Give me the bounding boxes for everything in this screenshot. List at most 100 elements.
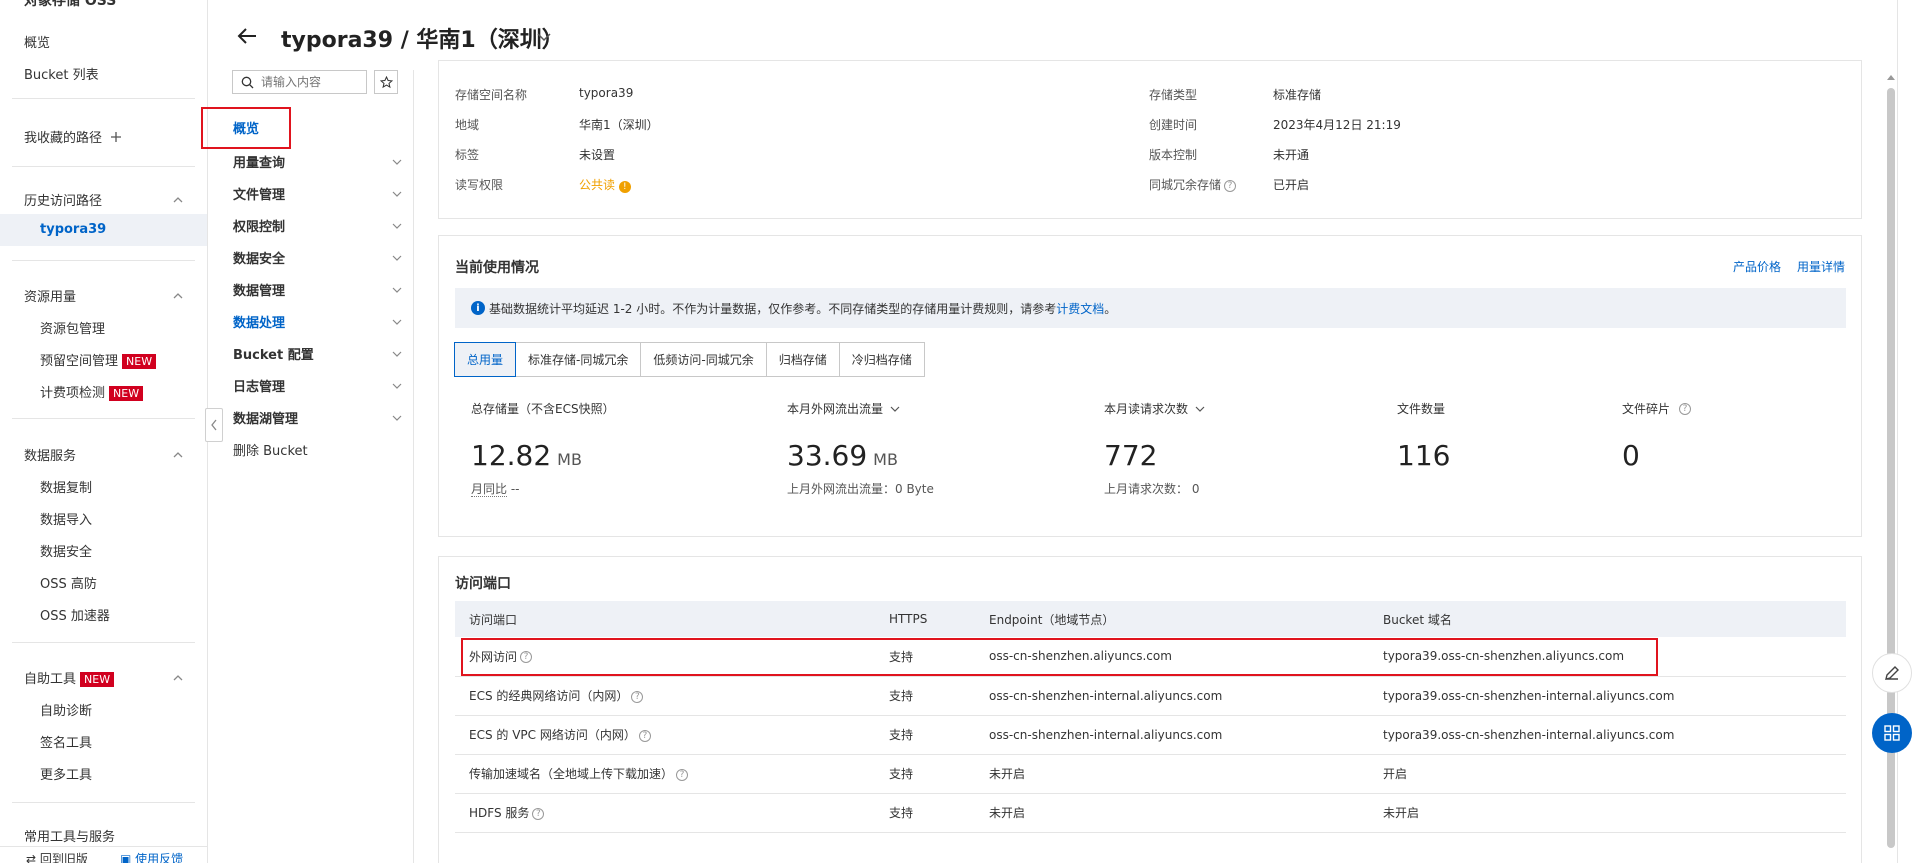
sidebar-item-typora39[interactable]: typora39 [0, 214, 207, 246]
edit-float-button[interactable] [1872, 653, 1912, 693]
sidebar-group-self-tools[interactable]: 自助工具 NEW [24, 668, 185, 687]
bucket-nav: 概览 用量查询 文件管理 权限控制 数据安全 数据管理 数据处理 Bucket … [209, 70, 414, 863]
https-cell: 支持 [875, 715, 975, 755]
tab-ia[interactable]: 低频访问-同城冗余 [640, 342, 767, 377]
tab-cold-archive[interactable]: 冷归档存储 [838, 342, 925, 377]
sidebar-item-overview[interactable]: 概览 [24, 32, 50, 51]
nav-item-usage[interactable]: 用量查询 [233, 152, 403, 171]
fragments-label: 文件碎片 [1622, 402, 1671, 416]
help-icon[interactable]: ? [1224, 179, 1237, 192]
warning-icon: ! [618, 181, 631, 193]
sidebar-favorites[interactable]: 我收藏的路径 [24, 127, 122, 146]
metric-label[interactable]: 本月外网流出流量 [787, 400, 934, 417]
nav-label: 日志管理 [233, 380, 286, 395]
reserved-space-label: 预留空间管理 [40, 354, 119, 369]
sidebar-item-oss-accelerator[interactable]: OSS 加速器 [40, 605, 110, 624]
sidebar-common-tools[interactable]: 常用工具与服务 [24, 826, 115, 845]
nav-item-logs[interactable]: 日志管理 [233, 376, 403, 395]
nav-item-delete-bucket[interactable]: 删除 Bucket [233, 440, 403, 459]
port-name-cell: HDFS 服务? [455, 793, 875, 833]
metric-value: 116 [1397, 439, 1451, 472]
nav-label: 权限控制 [233, 220, 286, 235]
favorite-button[interactable] [374, 70, 398, 94]
chevron-down-icon [392, 191, 402, 197]
sidebar-item-self-diagnose[interactable]: 自助诊断 [40, 700, 92, 719]
search-input[interactable] [261, 73, 361, 91]
feedback-label: 使用反馈 [135, 852, 184, 863]
help-icon[interactable]: ? [638, 729, 651, 742]
sidebar-item-data-replication[interactable]: 数据复制 [40, 477, 92, 496]
help-icon[interactable]: ? [1679, 402, 1692, 415]
sidebar-group-data-service[interactable]: 数据服务 [24, 445, 185, 464]
sidebar-item-data-security[interactable]: 数据安全 [40, 541, 92, 560]
port-name-cell: 传输加速域名（全地域上传下载加速）? [455, 754, 875, 794]
nav-item-data-processing[interactable]: 数据处理 [233, 312, 403, 331]
usage-tabs: 总用量 标准存储-同城冗余 低频访问-同城冗余 归档存储 冷归档存储 [454, 342, 925, 377]
sidebar-group-resource[interactable]: 资源用量 [24, 286, 185, 305]
metric-value: 772 [1104, 439, 1158, 472]
nav-item-data-lake[interactable]: 数据湖管理 [233, 408, 403, 427]
sidebar-group-history[interactable]: 历史访问路径 [24, 190, 185, 209]
collapse-nav-handle[interactable] [205, 408, 223, 442]
chevron-up-icon [173, 196, 183, 202]
nav-item-data-management[interactable]: 数据管理 [233, 280, 403, 299]
metric-label[interactable]: 本月读请求次数 [1104, 400, 1206, 417]
sidebar-item-data-import[interactable]: 数据导入 [40, 509, 92, 528]
basic-info-card: 存储空间名称 typora39 地域 华南1（深圳） 标签 未设置 读写权限 公… [438, 60, 1862, 219]
chevron-down-icon [392, 319, 402, 325]
feedback-link[interactable]: ▣ 使用反馈 [120, 850, 183, 863]
domain-cell: 未开启 [1369, 793, 1846, 833]
sidebar-item-oss-ddos[interactable]: OSS 高防 [40, 573, 97, 592]
nav-item-permissions[interactable]: 权限控制 [233, 216, 403, 235]
tab-standard[interactable]: 标准存储-同城冗余 [515, 342, 642, 377]
port-name: 传输加速域名（全地域上传下载加速） [469, 767, 674, 781]
back-to-old-version[interactable]: ⇄ 回到旧版 [26, 850, 88, 863]
usage-title: 当前使用情况 [455, 260, 539, 276]
chevron-up-icon [173, 451, 183, 457]
sidebar-item-signature-tool[interactable]: 签名工具 [40, 732, 92, 751]
metric-value: 12.82 MB [471, 439, 615, 472]
endpoint-cell[interactable]: oss-cn-shenzhen-internal.aliyuncs.com [975, 715, 1369, 755]
help-icon[interactable]: ? [676, 768, 689, 781]
enable-acceleration-link[interactable]: 开启 [1369, 754, 1846, 794]
scroll-up-arrow-icon[interactable] [1886, 74, 1896, 82]
traffic-label: 本月外网流出流量 [787, 402, 884, 416]
domain-cell[interactable]: typora39.oss-cn-shenzhen-internal.aliyun… [1369, 715, 1846, 755]
search-box[interactable] [232, 70, 367, 94]
info-label: 地域 [455, 118, 480, 132]
billing-doc-link[interactable]: 计费文档 [1056, 300, 1104, 317]
plus-icon[interactable] [110, 131, 122, 143]
sidebar-item-billing-check[interactable]: 计费项检测 NEW [40, 382, 144, 401]
page-title: typora39 / 华南1（深圳） [281, 28, 564, 53]
search-icon [241, 76, 254, 89]
mom-label: 月同比 [471, 482, 508, 497]
chevron-down-icon[interactable] [535, 28, 553, 46]
sidebar-item-more-tools[interactable]: 更多工具 [40, 764, 92, 783]
tab-total[interactable]: 总用量 [454, 342, 517, 377]
endpoint-cell[interactable]: oss-cn-shenzhen-internal.aliyuncs.com [975, 676, 1369, 716]
self-tools-text: 自助工具 [24, 672, 77, 687]
traffic-value: 33.69 [787, 439, 868, 472]
metric-label: 文件数量 [1397, 402, 1446, 416]
port-name-cell: ECS 的经典网络访问（内网）? [455, 676, 875, 716]
sidebar-item-resource-pack[interactable]: 资源包管理 [40, 318, 105, 337]
nav-item-data-security[interactable]: 数据安全 [233, 248, 403, 267]
info-region-value: 华南1（深圳） [579, 118, 659, 132]
info-version: 版本控制 [1149, 146, 1197, 163]
tab-archive[interactable]: 归档存储 [765, 342, 840, 377]
apps-float-button[interactable] [1872, 713, 1912, 753]
sidebar-item-reserved-space[interactable]: 预留空间管理 NEW [40, 350, 157, 369]
chevron-down-icon [1195, 406, 1205, 412]
back-arrow-icon[interactable] [235, 24, 259, 48]
price-link[interactable]: 产品价格 [1733, 258, 1781, 275]
help-icon[interactable]: ? [631, 690, 644, 703]
usage-detail-link[interactable]: 用量详情 [1797, 258, 1845, 275]
info-created: 创建时间 [1149, 116, 1197, 133]
sidebar-item-bucket-list[interactable]: Bucket 列表 [24, 64, 99, 83]
domain-cell[interactable]: typora39.oss-cn-shenzhen-internal.aliyun… [1369, 676, 1846, 716]
help-icon[interactable]: ? [532, 807, 545, 820]
usage-notice: i 基础数据统计平均延迟 1-2 小时。不作为计量数据，仅作参考。不同存储类型的… [455, 288, 1846, 328]
nav-item-files[interactable]: 文件管理 [233, 184, 403, 203]
data-service-label: 数据服务 [24, 449, 77, 464]
nav-item-bucket-config[interactable]: Bucket 配置 [233, 344, 403, 363]
